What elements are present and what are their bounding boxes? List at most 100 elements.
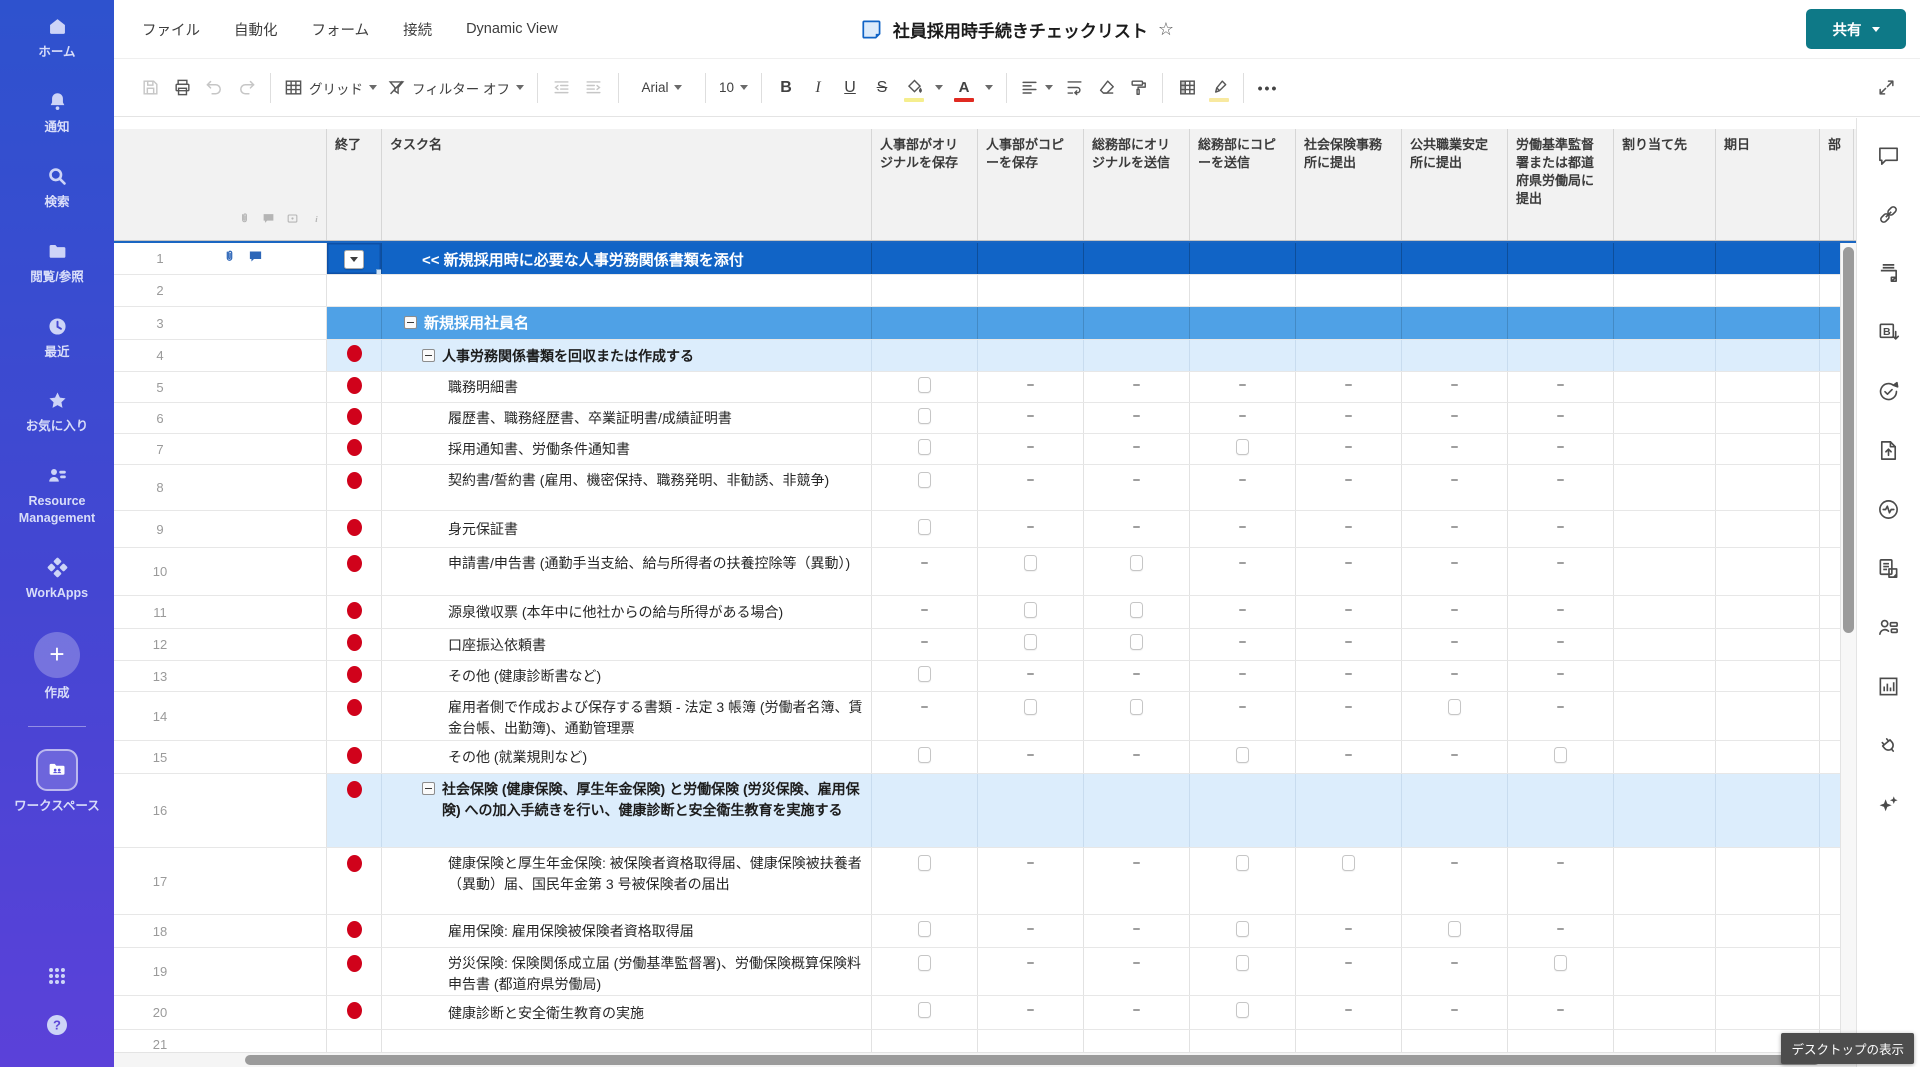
cell-col8-row5[interactable] xyxy=(1402,372,1508,402)
cell-col7-row11[interactable] xyxy=(1296,596,1402,628)
sidebar-item-home[interactable]: ホーム xyxy=(2,16,112,61)
cell-col3-row15[interactable] xyxy=(872,741,978,773)
cell-col4-row15[interactable] xyxy=(978,741,1084,773)
status-red-ball[interactable] xyxy=(347,345,362,362)
cell-task-row18[interactable]: 雇用保険: 雇用保険被保険者資格取得届 xyxy=(382,915,872,947)
cell-status-row13[interactable] xyxy=(327,661,382,691)
cell-col7-row15[interactable] xyxy=(1296,741,1402,773)
cell-col3-row20[interactable] xyxy=(872,996,978,1029)
column-header-9[interactable]: 労働基準監督署または都道府県労働局に提出 xyxy=(1508,129,1614,240)
row-comment-icon[interactable] xyxy=(248,249,263,269)
cell-task-row15[interactable]: その他 (就業規則など) xyxy=(382,741,872,773)
checkbox-unchecked[interactable] xyxy=(1236,855,1249,871)
align-button[interactable] xyxy=(1015,71,1058,105)
cell-duedate-row7[interactable] xyxy=(1716,434,1820,464)
menu-dynamic-view[interactable]: Dynamic View xyxy=(466,21,558,37)
cell-col3-row11[interactable] xyxy=(872,596,978,628)
cell-col3-row12[interactable] xyxy=(872,629,978,660)
checkbox-unchecked[interactable] xyxy=(918,921,931,937)
checkbox-unchecked[interactable] xyxy=(1236,1002,1249,1018)
cell-col8-row4[interactable] xyxy=(1402,340,1508,371)
cell-col5-row13[interactable] xyxy=(1084,661,1190,691)
cell-col5-row17[interactable] xyxy=(1084,848,1190,914)
cell-col7-row2[interactable] xyxy=(1296,275,1402,306)
checkbox-unchecked[interactable] xyxy=(918,439,931,455)
column-header-10[interactable]: 割り当て先 xyxy=(1614,129,1716,240)
row-attachment-icon[interactable] xyxy=(222,249,237,269)
cell-col4-row5[interactable] xyxy=(978,372,1084,402)
cell-col4-row3[interactable] xyxy=(978,307,1084,339)
vertical-scrollbar-thumb[interactable] xyxy=(1843,247,1854,633)
cell-col8-row6[interactable] xyxy=(1402,403,1508,433)
column-header-2[interactable]: タスク名 xyxy=(382,129,872,240)
row-gutter-1[interactable]: 1 xyxy=(114,243,327,274)
cell-assigned-row12[interactable] xyxy=(1614,629,1716,660)
cell-col6-row8[interactable] xyxy=(1190,465,1296,510)
cell-col3-row13[interactable] xyxy=(872,661,978,691)
cell-col9-row18[interactable] xyxy=(1508,915,1614,947)
cell-col8-row15[interactable] xyxy=(1402,741,1508,773)
status-red-ball[interactable] xyxy=(347,747,362,764)
summary-icon[interactable] xyxy=(1877,675,1901,699)
checkbox-unchecked[interactable] xyxy=(918,472,931,488)
status-red-ball[interactable] xyxy=(347,519,362,536)
expand-sheet-button[interactable] xyxy=(1870,71,1902,105)
cell-col9-row8[interactable] xyxy=(1508,465,1614,510)
cell-task-row8[interactable]: 契約書/誓約書 (雇用、機密保持、職務発明、非勧誘、非競争) xyxy=(382,465,872,510)
cell-col3-row10[interactable] xyxy=(872,548,978,595)
checkbox-unchecked[interactable] xyxy=(1130,699,1143,715)
cell-assigned-row4[interactable] xyxy=(1614,340,1716,371)
cell-task-row12[interactable]: 口座振込依頼書 xyxy=(382,629,872,660)
cell-status-row18[interactable] xyxy=(327,915,382,947)
sidebar-item-recents[interactable]: 最近 xyxy=(2,316,112,361)
cell-duedate-row6[interactable] xyxy=(1716,403,1820,433)
column-header-5[interactable]: 総務部にオリジナルを送信 xyxy=(1084,129,1190,240)
cell-col9-row2[interactable] xyxy=(1508,275,1614,306)
cell-col9-row17[interactable] xyxy=(1508,848,1614,914)
cell-col3-row17[interactable] xyxy=(872,848,978,914)
cell-col4-row7[interactable] xyxy=(978,434,1084,464)
cell-col4-row13[interactable] xyxy=(978,661,1084,691)
sidebar-item-resource-management[interactable]: Resource Management xyxy=(2,465,112,527)
cell-col4-row12[interactable] xyxy=(978,629,1084,660)
cell-col6-row14[interactable] xyxy=(1190,692,1296,740)
column-header-4[interactable]: 人事部がコピーを保存 xyxy=(978,129,1084,240)
redo-button[interactable] xyxy=(230,71,262,105)
cell-status-row15[interactable] xyxy=(327,741,382,773)
favorite-star-icon[interactable]: ☆ xyxy=(1158,19,1174,40)
cell-col6-row6[interactable] xyxy=(1190,403,1296,433)
cell-col6-row1[interactable] xyxy=(1190,243,1296,274)
status-red-ball[interactable] xyxy=(347,666,362,683)
cell-col4-row1[interactable] xyxy=(978,243,1084,274)
cell-task-row11[interactable]: 源泉徴収票 (本年中に他社からの給与所得がある場合) xyxy=(382,596,872,628)
cell-assigned-row16[interactable] xyxy=(1614,774,1716,847)
row-gutter-5[interactable]: 5 xyxy=(114,372,327,402)
row-gutter-12[interactable]: 12 xyxy=(114,629,327,660)
row-gutter-13[interactable]: 13 xyxy=(114,661,327,691)
status-red-ball[interactable] xyxy=(347,1002,362,1019)
cell-col4-row9[interactable] xyxy=(978,511,1084,547)
checkbox-unchecked[interactable] xyxy=(1024,699,1037,715)
cell-col7-row16[interactable] xyxy=(1296,774,1402,847)
cell-col7-row10[interactable] xyxy=(1296,548,1402,595)
more-options-button[interactable]: ••• xyxy=(1252,71,1284,105)
cell-col6-row10[interactable] xyxy=(1190,548,1296,595)
sidebar-item-search[interactable]: 検索 xyxy=(2,166,112,211)
cell-col9-row10[interactable] xyxy=(1508,548,1614,595)
row-gutter-20[interactable]: 20 xyxy=(114,996,327,1029)
cell-col5-row8[interactable] xyxy=(1084,465,1190,510)
borders-button[interactable] xyxy=(1171,71,1203,105)
checkbox-unchecked[interactable] xyxy=(918,1002,931,1018)
cell-assigned-row7[interactable] xyxy=(1614,434,1716,464)
collapse-toggle[interactable] xyxy=(404,316,417,329)
cell-col4-row10[interactable] xyxy=(978,548,1084,595)
format-painter-button[interactable] xyxy=(1122,71,1154,105)
checkbox-unchecked[interactable] xyxy=(1024,634,1037,650)
horizontal-scrollbar[interactable] xyxy=(114,1052,1856,1067)
row-gutter-9[interactable]: 9 xyxy=(114,511,327,547)
cell-assigned-row13[interactable] xyxy=(1614,661,1716,691)
status-red-ball[interactable] xyxy=(347,408,362,425)
cell-duedate-row18[interactable] xyxy=(1716,915,1820,947)
cell-col8-row8[interactable] xyxy=(1402,465,1508,510)
status-red-ball[interactable] xyxy=(347,472,362,489)
